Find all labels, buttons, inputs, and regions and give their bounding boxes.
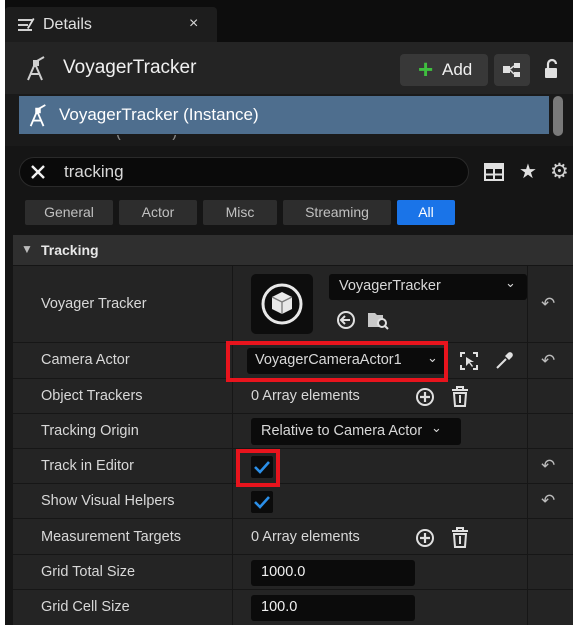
property-name: Track in Editor [41,458,134,474]
filter-misc[interactable]: Misc [203,200,277,225]
search-value: tracking [64,162,124,181]
property-name: Voyager Tracker [41,296,147,312]
property-row-tracking-origin: Tracking Origin Relative to Camera Actor… [13,414,573,449]
property-name: Tracking Origin [41,423,139,439]
blueprint-icon [503,63,520,77]
component-tree: VoyagerTracker (Instance) · ~ ~ · · (~ ~… [5,94,573,146]
property-name: Object Trackers [41,388,143,404]
chevron-down-icon: ⌄ [431,420,442,435]
combo-value: Relative to Camera Actor [261,423,423,439]
property-row-track-in-editor: Track in Editor ↶ [13,449,573,484]
chevron-down-icon: ⌄ [505,275,516,290]
add-component-button[interactable]: + Add [400,54,488,86]
voyager-tracker-combo[interactable]: VoyagerTracker ⌄ [329,274,527,300]
component-item-instance[interactable]: VoyagerTracker (Instance) [19,96,549,134]
property-matrix-icon[interactable] [484,163,504,181]
close-icon[interactable]: × [189,15,198,33]
component-label: VoyagerTracker (Instance) [59,105,259,124]
filter-general[interactable]: General [25,200,113,225]
array-count: 0 Array elements [251,388,360,404]
filter-streaming[interactable]: Streaming [283,200,391,225]
field-value: 1000.0 [261,564,306,580]
sphere-cube-icon [261,283,303,325]
tab-title: Details [43,16,92,33]
reset-to-default-icon[interactable]: ↶ [541,456,555,476]
property-row-object-trackers: Object Trackers 0 Array elements [13,379,573,414]
property-row-grid-total-size: Grid Total Size 1000.0 [13,555,573,590]
collapse-arrow-icon: ▼ [21,242,33,256]
category-label: Tracking [41,242,99,258]
settings-gear-icon[interactable]: ⚙ [550,159,569,184]
favorites-star-icon[interactable]: ★ [519,159,537,184]
tracker-actor-icon [27,56,45,81]
add-label: Add [442,60,473,79]
lock-icon[interactable] [543,58,561,80]
add-element-icon[interactable] [415,387,435,407]
blueprint-button[interactable] [494,54,530,86]
array-count: 0 Array elements [251,529,360,545]
trash-icon[interactable] [450,527,470,549]
eyedropper-icon[interactable] [494,351,514,371]
tab-bar: Details × [5,0,573,42]
details-panel: Details × VoyagerTracker + Add VoyagerTr… [5,0,573,625]
filter-all[interactable]: All [397,200,455,225]
reset-to-default-icon[interactable]: ↶ [541,491,555,511]
property-name: Grid Total Size [41,564,136,580]
browse-asset-icon[interactable] [367,310,389,330]
grid-cell-size-input[interactable]: 100.0 [251,595,415,621]
tab-details[interactable]: Details × [5,7,217,42]
property-name: Camera Actor [41,352,130,368]
combo-value: VoyagerTracker [339,278,441,294]
category-tracking[interactable]: ▼ Tracking [13,235,573,265]
use-selected-icon[interactable] [336,310,356,330]
filter-actor[interactable]: Actor [119,200,197,225]
component-cut-text: · ~ ~ · · (~ ~ · ·) ~ · · · [49,135,229,140]
trash-icon[interactable] [450,386,470,408]
add-element-icon[interactable] [415,528,435,548]
details-icon [18,18,35,31]
filter-tabs: General Actor Misc Streaming All [5,190,573,232]
property-row-measurement-targets: Measurement Targets 0 Array elements [13,519,573,555]
show-visual-helpers-checkbox[interactable] [251,491,273,513]
highlight-box-track-in-editor [236,449,280,487]
highlight-box-camera-actor [226,341,448,382]
property-row-show-visual-helpers: Show Visual Helpers ↶ [13,484,573,519]
actor-header: VoyagerTracker + Add [5,42,573,94]
checkmark-icon [254,496,270,509]
field-value: 100.0 [261,599,298,615]
grid-total-size-input[interactable]: 1000.0 [251,560,415,586]
property-name: Measurement Targets [41,529,181,545]
property-row-voyager-tracker: Voyager Tracker VoyagerTracker ⌄ ↶ [13,266,573,343]
component-item-partial: · ~ ~ · · (~ ~ · ·) ~ · · · [49,135,529,140]
property-row-grid-cell-size: Grid Cell Size 100.0 [13,590,573,625]
property-list: Voyager Tracker VoyagerTracker ⌄ ↶ Camer… [13,266,573,625]
search-row: tracking ★ ⚙ [5,146,573,190]
search-input[interactable]: tracking [19,157,469,187]
select-actor-icon[interactable] [459,351,479,371]
asset-thumbnail[interactable] [251,274,313,334]
property-name: Grid Cell Size [41,599,130,615]
tracker-actor-icon [29,104,46,127]
reset-to-default-icon[interactable]: ↶ [541,351,555,371]
plus-icon: + [418,54,434,84]
property-name: Show Visual Helpers [41,493,175,509]
reset-to-default-icon[interactable]: ↶ [541,294,555,314]
actor-name: VoyagerTracker [63,57,197,78]
tracking-origin-combo[interactable]: Relative to Camera Actor ⌄ [251,418,461,445]
clear-search-icon[interactable] [29,162,47,182]
scrollbar-thumb[interactable] [553,96,563,136]
